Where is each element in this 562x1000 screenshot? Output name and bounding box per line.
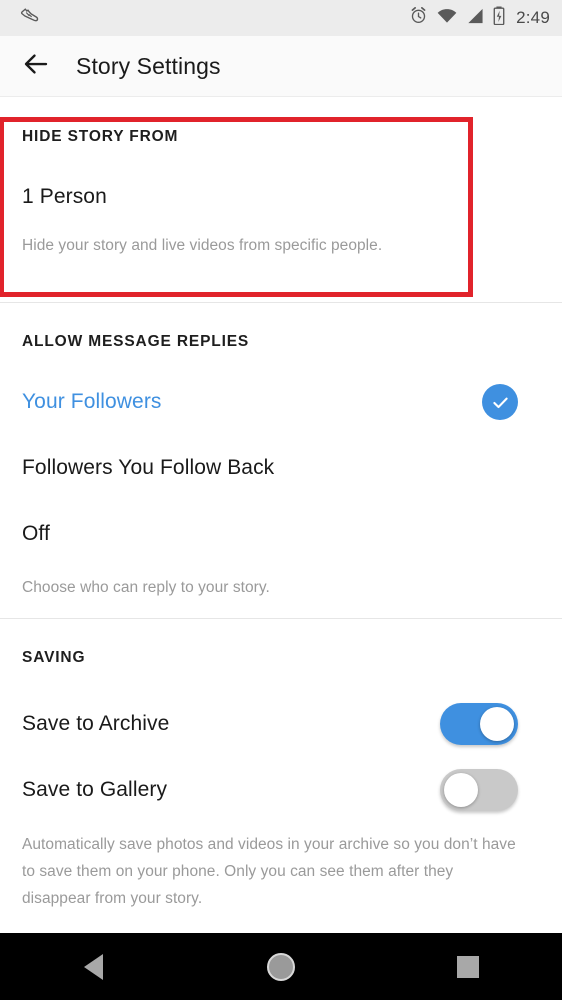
option-your-followers[interactable]: Your Followers (22, 384, 540, 420)
app-bar: Story Settings (0, 36, 562, 97)
nav-recents-button[interactable] (423, 933, 513, 1000)
nav-home-button[interactable] (236, 933, 326, 1000)
option-label-off: Off (22, 522, 50, 545)
battery-charging-icon (493, 6, 505, 30)
page-title: Story Settings (76, 52, 221, 79)
section-header-allow-message-replies: ALLOW MESSAGE REPLIES (22, 333, 250, 350)
wifi-icon (437, 8, 457, 29)
row-save-to-archive[interactable]: Save to Archive (22, 703, 540, 745)
cellular-signal-icon (466, 8, 484, 29)
arrow-left-icon (21, 49, 51, 84)
section-hide-story-from: HIDE STORY FROM 1 Person Hide your story… (0, 98, 562, 302)
hide-story-from-value: 1 Person (22, 185, 107, 208)
row-save-to-gallery[interactable]: Save to Gallery (22, 769, 540, 811)
hide-story-from-description: Hide your story and live videos from spe… (22, 237, 383, 254)
label-save-to-gallery: Save to Gallery (22, 778, 168, 801)
hide-story-from-row[interactable]: 1 Person (22, 180, 540, 214)
shoe-icon (18, 5, 40, 32)
settings-content: HIDE STORY FROM 1 Person Hide your story… (0, 98, 562, 933)
section-header-saving: SAVING (22, 649, 86, 666)
phone-screen: 2:49 Story Settings HIDE STORY FROM 1 Pe… (0, 0, 562, 1000)
home-circle-icon (266, 952, 295, 981)
allow-message-replies-description: Choose who can reply to your story. (22, 579, 270, 596)
toggle-save-to-gallery[interactable] (440, 769, 518, 811)
status-bar-notifications (18, 5, 40, 32)
status-bar-clock: 2:49 (516, 8, 550, 27)
back-triangle-icon (84, 953, 104, 980)
option-label-followers-you-follow-back: Followers You Follow Back (22, 456, 275, 479)
option-label-your-followers: Your Followers (22, 390, 162, 413)
android-navigation-bar (0, 933, 562, 1000)
section-allow-message-replies: ALLOW MESSAGE REPLIES Your Followers Fol… (0, 303, 562, 618)
option-off[interactable]: Off (22, 517, 540, 551)
toggle-knob (480, 707, 514, 741)
section-saving: SAVING Save to Archive Save to Gallery A… (0, 619, 562, 912)
toggle-knob (444, 773, 478, 807)
nav-back-button[interactable] (49, 933, 139, 1000)
check-circle-icon (482, 384, 518, 420)
option-followers-you-follow-back[interactable]: Followers You Follow Back (22, 451, 540, 485)
status-bar-icons: 2:49 (409, 6, 550, 30)
saving-description: Automatically save photos and videos in … (22, 836, 516, 907)
toggle-save-to-archive[interactable] (440, 703, 518, 745)
section-header-hide-story-from: HIDE STORY FROM (22, 128, 179, 145)
back-button[interactable] (10, 40, 62, 92)
alarm-icon (409, 6, 428, 30)
label-save-to-archive: Save to Archive (22, 712, 170, 735)
recents-square-icon (457, 955, 480, 978)
status-bar: 2:49 (0, 0, 562, 36)
